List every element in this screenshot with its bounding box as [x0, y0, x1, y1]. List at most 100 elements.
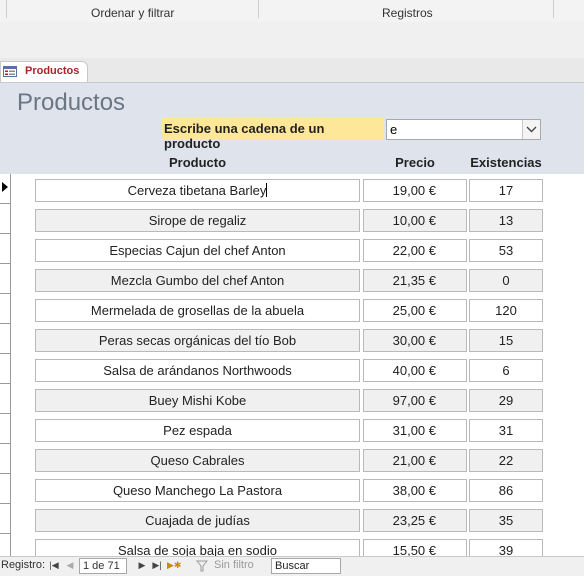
stock-field[interactable]: 31: [469, 419, 543, 442]
tab-label: Productos: [25, 65, 80, 77]
stock-field[interactable]: 15: [469, 329, 543, 352]
ribbon-group-sort-filter: Ordenar y filtrar: [91, 6, 175, 20]
ribbon-separator: [553, 0, 554, 18]
record-row: Salsa de arándanos Northwoods 40,00 € 6: [0, 354, 584, 384]
record-selector[interactable]: [0, 324, 11, 354]
stock-field[interactable]: 39: [469, 539, 543, 557]
record-row: Queso Cabrales 21,00 € 22: [0, 444, 584, 474]
record-row: Cuajada de judías 23,25 € 35: [0, 504, 584, 534]
ribbon-body: [0, 22, 584, 58]
price-field[interactable]: 22,00 €: [363, 239, 467, 262]
record-row: Mezcla Gumbo del chef Anton 21,35 € 0: [0, 264, 584, 294]
column-header-stock: Existencias: [470, 155, 542, 170]
stock-field[interactable]: 17: [469, 179, 543, 202]
record-label: Registro:: [1, 559, 46, 571]
product-name-field[interactable]: Pez espada: [35, 419, 360, 442]
record-row: Salsa de soja baja en sodio 15,50 € 39: [0, 534, 584, 557]
product-name-field[interactable]: Cerveza tibetana Barley: [35, 179, 360, 202]
price-field[interactable]: 40,00 €: [363, 359, 467, 382]
price-field[interactable]: 97,00 €: [363, 389, 467, 412]
record-selector[interactable]: [0, 384, 11, 414]
record-row: Pez espada 31,00 € 31: [0, 414, 584, 444]
chevron-down-icon: [526, 126, 537, 133]
price-field[interactable]: 38,00 €: [363, 479, 467, 502]
ribbon: Ordenar y filtrar Registros: [0, 0, 584, 23]
combo-value[interactable]: e: [390, 122, 397, 137]
product-name-field[interactable]: Salsa de arándanos Northwoods: [35, 359, 360, 382]
stock-field[interactable]: 13: [469, 209, 543, 232]
record-row: Especias Cajun del chef Anton 22,00 € 53: [0, 234, 584, 264]
form-title: Productos: [17, 89, 126, 116]
record-selector[interactable]: [0, 354, 11, 384]
record-navigation-bar: Registro: |◀ ◀ 1 de 71 ▶ ▶| ▶✱ Sin filtr…: [0, 556, 584, 576]
product-name-field[interactable]: Sirope de regaliz: [35, 209, 360, 232]
previous-record-icon[interactable]: ◀: [64, 560, 76, 571]
record-selector[interactable]: [0, 474, 11, 504]
filter-status[interactable]: Sin filtro: [214, 559, 254, 571]
stock-field[interactable]: 6: [469, 359, 543, 382]
ribbon-separator: [258, 0, 259, 18]
record-row: Mermelada de grosellas de la abuela 25,0…: [0, 294, 584, 324]
column-header-product: Producto: [168, 155, 227, 170]
product-name-field[interactable]: Peras secas orgánicas del tío Bob: [35, 329, 360, 352]
stock-field[interactable]: 53: [469, 239, 543, 262]
product-name-field[interactable]: Especias Cajun del chef Anton: [35, 239, 360, 262]
combo-dropdown-button[interactable]: [522, 120, 540, 139]
record-selector[interactable]: [0, 504, 11, 534]
record-row: Cerveza tibetana Barley 19,00 € 17: [0, 174, 584, 204]
tab-productos[interactable]: Productos: [0, 61, 88, 82]
price-field[interactable]: 25,00 €: [363, 299, 467, 322]
price-field[interactable]: 15,50 €: [363, 539, 467, 557]
ribbon-group-records: Registros: [382, 6, 433, 20]
record-selector[interactable]: [0, 414, 11, 444]
first-record-icon[interactable]: |◀: [48, 560, 60, 571]
stock-field[interactable]: 29: [469, 389, 543, 412]
records-list: Cerveza tibetana Barley 19,00 € 17 Sirop…: [0, 174, 584, 557]
record-selector[interactable]: [0, 264, 11, 294]
product-search-combo[interactable]: e: [386, 119, 541, 140]
product-name-field[interactable]: Cuajada de judías: [35, 509, 360, 532]
price-field[interactable]: 10,00 €: [363, 209, 467, 232]
record-selector[interactable]: [0, 294, 11, 324]
record-selector[interactable]: [0, 174, 11, 204]
stock-field[interactable]: 35: [469, 509, 543, 532]
product-name-field[interactable]: Salsa de soja baja en sodio: [35, 539, 360, 557]
text-caret: [266, 183, 268, 197]
record-row: Sirope de regaliz 10,00 € 13: [0, 204, 584, 234]
new-record-icon[interactable]: ▶✱: [167, 560, 181, 571]
record-selector[interactable]: [0, 234, 11, 264]
next-record-icon[interactable]: ▶: [136, 560, 148, 571]
product-name-field[interactable]: Queso Manchego La Pastora: [35, 479, 360, 502]
stock-field[interactable]: 120: [469, 299, 543, 322]
column-header-price: Precio: [395, 155, 435, 170]
stock-field[interactable]: 22: [469, 449, 543, 472]
column-headers: Producto Precio Existencias: [0, 151, 584, 174]
price-field[interactable]: 21,00 €: [363, 449, 467, 472]
price-field[interactable]: 30,00 €: [363, 329, 467, 352]
product-name-field[interactable]: Mermelada de grosellas de la abuela: [35, 299, 360, 322]
current-record-input[interactable]: 1 de 71: [79, 558, 127, 574]
price-field[interactable]: 23,25 €: [363, 509, 467, 532]
form-icon: [3, 66, 17, 77]
ribbon-separator: [6, 0, 7, 18]
record-row: Queso Manchego La Pastora 38,00 € 86: [0, 474, 584, 504]
price-field[interactable]: 19,00 €: [363, 179, 467, 202]
record-row: Buey Mishi Kobe 97,00 € 29: [0, 384, 584, 414]
form-header: Productos Escribe una cadena de un produ…: [0, 83, 584, 151]
product-name-field[interactable]: Mezcla Gumbo del chef Anton: [35, 269, 360, 292]
last-record-icon[interactable]: ▶|: [151, 560, 163, 571]
stock-field[interactable]: 86: [469, 479, 543, 502]
price-field[interactable]: 31,00 €: [363, 419, 467, 442]
record-selector[interactable]: [0, 534, 11, 557]
filter-icon[interactable]: [195, 560, 209, 575]
record-selector[interactable]: [0, 444, 11, 474]
record-search-input[interactable]: Buscar: [271, 558, 341, 574]
product-name-field[interactable]: Buey Mishi Kobe: [35, 389, 360, 412]
price-field[interactable]: 21,35 €: [363, 269, 467, 292]
record-selector[interactable]: [0, 204, 11, 234]
document-tabstrip: Productos: [0, 58, 584, 83]
stock-field[interactable]: 0: [469, 269, 543, 292]
search-label: Escribe una cadena de un producto: [162, 118, 384, 151]
product-name-field[interactable]: Queso Cabrales: [35, 449, 360, 472]
record-row: Peras secas orgánicas del tío Bob 30,00 …: [0, 324, 584, 354]
